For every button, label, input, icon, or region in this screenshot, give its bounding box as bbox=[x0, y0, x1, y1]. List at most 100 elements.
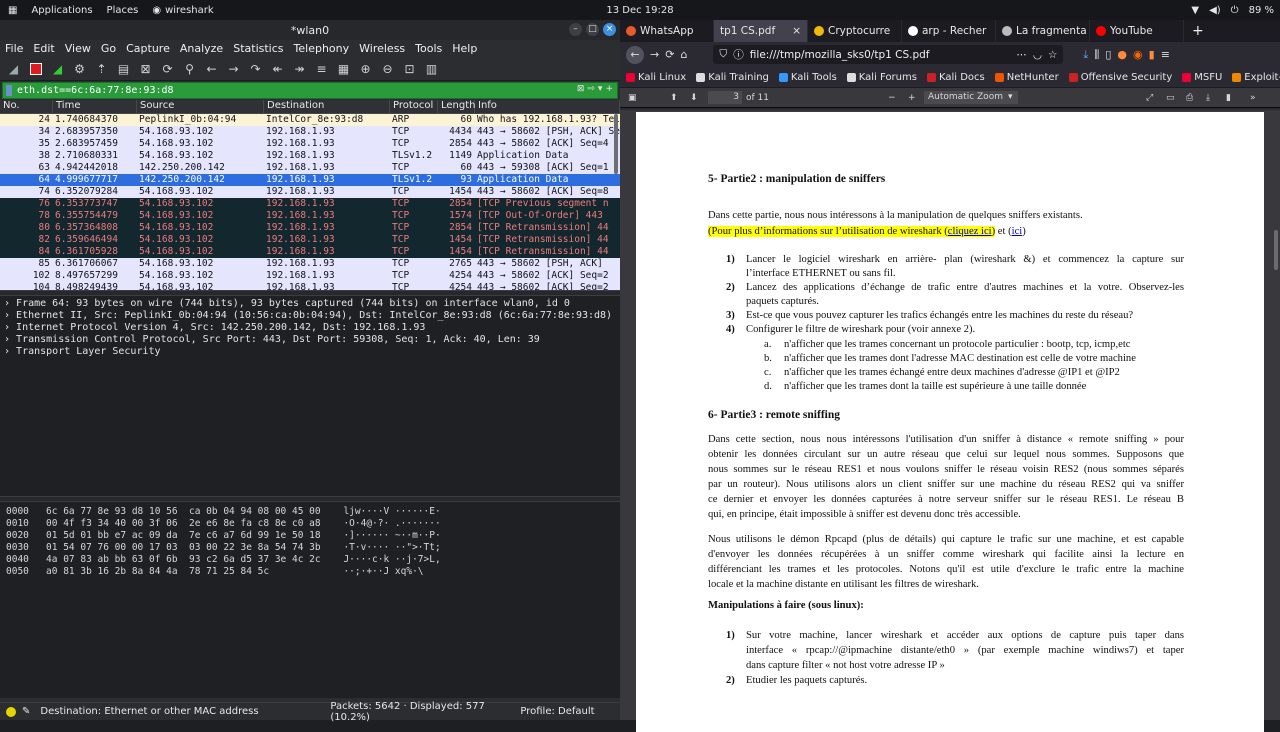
menu-analyze[interactable]: Analyze bbox=[175, 42, 228, 55]
find-packet-icon[interactable]: ⚲ bbox=[180, 59, 199, 78]
back-icon[interactable]: ← bbox=[626, 45, 644, 64]
col-time[interactable]: Time bbox=[53, 100, 137, 113]
page-info-icon[interactable]: ⓘ bbox=[733, 47, 744, 62]
detail-tree-item[interactable]: › Transport Layer Security bbox=[0, 346, 620, 358]
restart-capture-icon[interactable]: ◢ bbox=[48, 59, 67, 78]
menu-capture[interactable]: Capture bbox=[121, 42, 175, 55]
downloads-icon[interactable]: ⤓ bbox=[1083, 48, 1088, 62]
status-profile[interactable]: Profile: Default bbox=[520, 706, 594, 717]
bookmark-item[interactable]: Offensive Security bbox=[1068, 72, 1172, 83]
autoscroll-icon[interactable]: ≡ bbox=[312, 59, 331, 78]
packet-bytes[interactable]: 0000 6c 6a 77 8e 93 d8 10 56 ca 0b 04 94… bbox=[0, 502, 620, 698]
menu-file[interactable]: File bbox=[0, 42, 28, 55]
page-number-input[interactable]: 3 bbox=[708, 91, 742, 104]
zoom-out-icon[interactable]: ⊖ bbox=[378, 59, 397, 78]
go-forward-icon[interactable]: → bbox=[224, 59, 243, 78]
page-actions-icon[interactable]: ⋯ bbox=[1016, 49, 1027, 61]
colorize-icon[interactable]: ▦ bbox=[334, 59, 353, 78]
extension-icon[interactable]: ◉ bbox=[1133, 48, 1143, 61]
bookmark-item[interactable]: Kali Training bbox=[696, 72, 769, 83]
browser-tab[interactable]: La fragmenta bbox=[996, 20, 1090, 42]
bookmark-item[interactable]: Kali Linux bbox=[626, 72, 686, 83]
clear-filter-icon[interactable]: ⊠ bbox=[577, 84, 585, 94]
url-text[interactable]: file:///tmp/mozilla_sks0/tp1 CS.pdf bbox=[750, 49, 930, 61]
detail-tree-item[interactable]: › Frame 64: 93 bytes on wire (744 bits),… bbox=[0, 298, 620, 310]
packet-details[interactable]: › Frame 64: 93 bytes on wire (744 bits),… bbox=[0, 296, 620, 496]
zoom-out-icon[interactable]: − bbox=[888, 93, 896, 103]
browser-tab[interactable]: YouTube bbox=[1090, 20, 1184, 42]
sidebar-icon[interactable]: ▯ bbox=[1105, 48, 1111, 61]
packet-row[interactable]: 84 6.361705928 54.168.93.102 192.168.1.93 TC… bbox=[0, 246, 620, 258]
extension-icon[interactable]: ▮ bbox=[1149, 48, 1155, 61]
packet-row[interactable]: 63 4.942442018 142.250.200.142 192.168.1.93… bbox=[0, 162, 620, 174]
go-back-icon[interactable]: ← bbox=[202, 59, 221, 78]
forward-icon[interactable]: → bbox=[650, 48, 659, 61]
extension-icon[interactable]: ● bbox=[1117, 48, 1127, 61]
shield-icon[interactable]: ⛉ bbox=[719, 48, 727, 61]
detail-tree-item[interactable]: › Ethernet II, Src: PeplinkI_0b:04:94 (1… bbox=[0, 310, 620, 322]
bookmark-icon[interactable] bbox=[6, 85, 12, 96]
browser-tab[interactable]: tp1 CS.pdf × bbox=[714, 20, 808, 42]
go-to-packet-icon[interactable]: ↷ bbox=[246, 59, 265, 78]
pocket-icon[interactable]: ◡ bbox=[1033, 49, 1042, 61]
col-destination[interactable]: Destination bbox=[264, 100, 390, 113]
menu-edit[interactable]: Edit bbox=[28, 42, 59, 55]
next-page-icon[interactable]: ⬇ bbox=[690, 93, 698, 103]
hex-dump-line[interactable]: 0000 6c 6a 77 8e 93 d8 10 56 ca 0b 04 94… bbox=[0, 506, 620, 518]
close-tab-icon[interactable]: × bbox=[792, 25, 801, 37]
edit-comment-icon[interactable]: ✎ bbox=[22, 706, 30, 717]
applications-menu[interactable]: Applications bbox=[31, 5, 92, 16]
close-icon[interactable]: × bbox=[603, 23, 616, 36]
zoom-select[interactable]: Automatic Zoom bbox=[924, 91, 1018, 104]
zoom-in-icon[interactable]: + bbox=[908, 93, 916, 103]
bookmark-item[interactable]: Exploit-DB bbox=[1232, 72, 1280, 83]
packet-row[interactable]: 85 6.361706067 54.168.93.102 192.168.1.93 TC… bbox=[0, 258, 620, 270]
packet-row[interactable]: 102 8.497657299 54.168.93.102 192.168.1.93 T… bbox=[0, 270, 620, 282]
menu-telephony[interactable]: Telephony bbox=[289, 42, 355, 55]
packet-row[interactable]: 80 6.357364808 54.168.93.102 192.168.1.93 TC… bbox=[0, 222, 620, 234]
hex-dump-line[interactable]: 0030 01 54 07 76 00 00 17 03 03 00 22 3e… bbox=[0, 542, 620, 554]
display-filter-input[interactable]: eth.dst==6c:6a:77:8e:93:d8 bbox=[3, 85, 174, 96]
print-icon[interactable]: ⎙ bbox=[1186, 93, 1193, 103]
expand-arrow-icon[interactable]: › bbox=[4, 322, 16, 333]
zoom-reset-icon[interactable]: ⊡ bbox=[400, 59, 419, 78]
packet-row[interactable]: 34 2.683957350 54.168.93.102 192.168.1.93 TC… bbox=[0, 126, 620, 138]
bookmark-item[interactable]: NetHunter bbox=[994, 72, 1059, 83]
bookmark-item[interactable]: MSFU bbox=[1182, 72, 1222, 83]
packet-row[interactable]: 24 1.740684370 PeplinkI_0b:04:94 IntelCor_8… bbox=[0, 114, 620, 126]
wifi-icon[interactable]: ▼ bbox=[1191, 5, 1199, 16]
bookmark-item[interactable]: Kali Forums bbox=[846, 72, 917, 83]
expand-arrow-icon[interactable]: › bbox=[4, 310, 16, 321]
stop-capture-icon[interactable] bbox=[26, 59, 45, 78]
hex-dump-line[interactable]: 0010 00 4f f3 34 40 00 3f 06 2e e6 8e fa… bbox=[0, 518, 620, 530]
capture-options-icon[interactable]: ⚙ bbox=[70, 59, 89, 78]
packet-row[interactable]: 78 6.355754479 54.168.93.102 192.168.1.93 TC… bbox=[0, 210, 620, 222]
browser-tab[interactable]: arp - Recher bbox=[902, 20, 996, 42]
add-filter-icon[interactable]: + bbox=[605, 84, 613, 94]
col-info[interactable]: Info bbox=[475, 100, 620, 113]
expand-arrow-icon[interactable]: › bbox=[4, 334, 16, 345]
bookmark-star-icon[interactable]: ☆ bbox=[1048, 49, 1057, 61]
detail-tree-item[interactable]: › Transmission Control Protocol, Src Por… bbox=[0, 334, 620, 346]
expand-arrow-icon[interactable]: › bbox=[4, 346, 16, 357]
bookmark-item[interactable]: Kali Docs bbox=[926, 72, 985, 83]
detail-tree-item[interactable]: › Internet Protocol Version 4, Src: 142.… bbox=[0, 322, 620, 334]
menu-wireless[interactable]: Wireless bbox=[354, 42, 410, 55]
expert-info-icon[interactable] bbox=[6, 706, 16, 717]
filter-dropdown-icon[interactable]: ▾ bbox=[598, 84, 603, 94]
bookmark-icon[interactable]: ▮ bbox=[1226, 93, 1231, 103]
reload-icon[interactable]: ⟳ bbox=[665, 48, 674, 61]
packet-row[interactable]: 64 4.999677717 142.250.200.142 192.168.1.93… bbox=[0, 174, 620, 186]
save-file-icon[interactable]: ▤ bbox=[114, 59, 133, 78]
zoom-in-icon[interactable]: ⊕ bbox=[356, 59, 375, 78]
resize-columns-icon[interactable]: ▥ bbox=[422, 59, 441, 78]
power-icon[interactable]: ⏻ bbox=[1231, 5, 1239, 16]
col-length[interactable]: Length bbox=[438, 100, 476, 113]
packet-row[interactable]: 82 6.359646494 54.168.93.102 192.168.1.93 TC… bbox=[0, 234, 620, 246]
places-menu[interactable]: Places bbox=[107, 5, 139, 16]
sidebar-toggle-icon[interactable]: ▣ bbox=[628, 93, 637, 103]
hex-dump-line[interactable]: 0050 a0 81 3b 16 2b 8a 84 4a 78 71 25 84… bbox=[0, 566, 620, 578]
clock[interactable]: 13 Dec 19:28 bbox=[600, 5, 680, 16]
packet-row[interactable]: 74 6.352079284 54.168.93.102 192.168.1.93 TC… bbox=[0, 186, 620, 198]
packet-row[interactable]: 104 8.498249439 54.168.93.102 192.168.1.93 T… bbox=[0, 282, 620, 290]
